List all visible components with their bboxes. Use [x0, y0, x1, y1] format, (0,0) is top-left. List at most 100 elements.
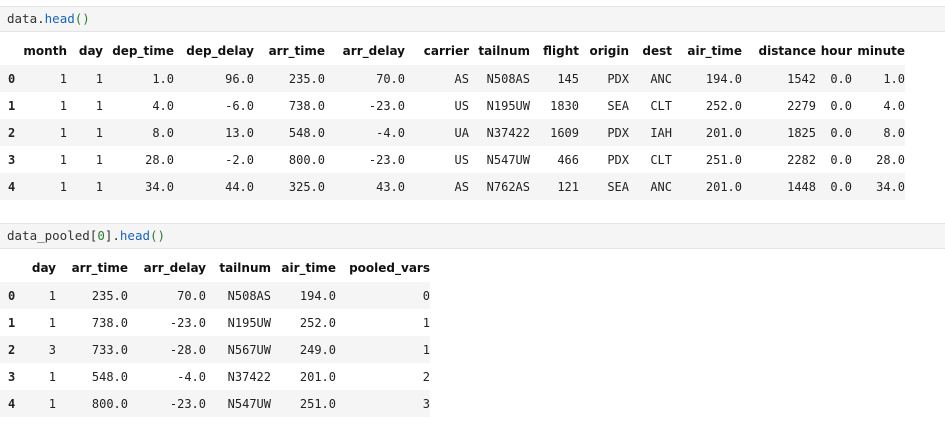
column-header: tailnum	[478, 44, 530, 58]
table-cell: 1.0	[103, 65, 174, 92]
table-cell: 1.0	[852, 65, 905, 92]
table-cell: -6.0	[225, 98, 254, 113]
table-cell: 0.0	[816, 119, 852, 146]
table-cell: N37422	[469, 119, 530, 146]
column-header: arr_time	[268, 44, 325, 58]
table-cell: 1	[59, 98, 67, 113]
table-cell: 1	[22, 119, 67, 146]
table-cell: -23.0	[368, 98, 405, 113]
table-cell: 1	[48, 369, 56, 384]
table-cell: SEA	[579, 173, 629, 200]
table-cell: 1	[336, 336, 430, 363]
table-cell: 738.0	[91, 315, 128, 330]
table-cell: 1	[95, 98, 103, 113]
table-cell: 325.0	[254, 173, 325, 200]
table-row: 4 1 1 34.0 44.0 325.0 43.0 AS N762AS 121 SEA ANC 201…	[0, 173, 905, 200]
table-cell: 28.0	[876, 152, 905, 167]
code-cell-2[interactable]: data_pooled[0].head()	[0, 223, 945, 249]
row-index: 3	[8, 369, 16, 384]
code-text-1: data.head()	[7, 11, 90, 26]
table-cell: 1	[95, 152, 103, 167]
table-cell: -4.0	[325, 119, 405, 146]
table-cell: 1448	[742, 173, 816, 200]
table-cell: 1	[67, 119, 103, 146]
table-cell: 733.0	[56, 336, 128, 363]
row-index: 4	[0, 390, 22, 417]
row-index: 4	[0, 173, 22, 200]
table-cell: N567UW	[206, 336, 271, 363]
column-header: arr_delay	[143, 261, 206, 275]
table-header-row: month day dep_time dep_delay arr_time arr_del…	[0, 37, 905, 65]
code-cell-1[interactable]: data.head()	[0, 6, 945, 32]
table-cell: 2279	[787, 98, 816, 113]
row-index: 3	[8, 152, 16, 167]
column-header: dest	[642, 44, 672, 58]
table-cell: 1	[22, 65, 67, 92]
table-cell: PDX	[579, 65, 629, 92]
table-cell: 466	[557, 152, 579, 167]
table-cell: ANC	[629, 173, 672, 200]
table-cell: 96.0	[174, 65, 254, 92]
table-cell: 1	[67, 65, 103, 92]
table-cell: 1	[59, 152, 67, 167]
table-cell: 3	[22, 336, 56, 363]
table-cell: 1	[48, 315, 56, 330]
table-cell: 1	[22, 173, 67, 200]
column-header: minute	[857, 44, 905, 58]
table-cell: PDX	[607, 152, 629, 167]
table-cell: 252.0	[299, 315, 336, 330]
column-header: flight	[543, 44, 579, 58]
row-index: 2	[0, 119, 22, 146]
column-header: dep_time	[112, 44, 174, 58]
table-cell: 2	[422, 369, 430, 384]
column-header: hour	[820, 44, 852, 58]
column-header: carrier	[423, 44, 469, 58]
table-cell: 194.0	[672, 65, 742, 92]
table-cell: -23.0	[128, 390, 206, 417]
table-cell: 1542	[742, 65, 816, 92]
table-cell: 1	[22, 390, 56, 417]
code-text-2: data_pooled[0].head()	[7, 228, 166, 243]
column-header: distance	[758, 44, 816, 58]
table-cell: 8.0	[852, 119, 905, 146]
table-row: 1 1 1 4.0 -6.0 738.0 -23.0 US N195UW 1830 SEA CLT 25…	[0, 92, 905, 119]
output-table-1: month day dep_time dep_delay arr_time arr_del…	[0, 37, 905, 200]
row-index: 1	[8, 98, 16, 113]
table-cell: 201.0	[672, 119, 742, 146]
table-cell: 1	[422, 315, 430, 330]
table-cell: 28.0	[145, 152, 174, 167]
row-index: 1	[8, 315, 16, 330]
table-cell: 249.0	[271, 336, 336, 363]
table-cell: 235.0	[254, 65, 325, 92]
table-cell: 1609	[530, 119, 579, 146]
table-cell: 548.0	[254, 119, 325, 146]
table-cell: -28.0	[128, 336, 206, 363]
table-cell: 1830	[550, 98, 579, 113]
table-cell: 34.0	[103, 173, 174, 200]
table-cell: 70.0	[128, 282, 206, 309]
table-cell: 800.0	[56, 390, 128, 417]
table-cell: -23.0	[169, 315, 206, 330]
table-cell: 34.0	[852, 173, 905, 200]
table-header-row: day arr_time arr_delay tailnum air_time poole…	[0, 254, 430, 282]
table-cell: 2282	[787, 152, 816, 167]
column-header: month	[23, 44, 67, 58]
table-cell: 8.0	[103, 119, 174, 146]
table-cell: AS	[405, 173, 469, 200]
table-cell: 1825	[742, 119, 816, 146]
table-cell: 4.0	[152, 98, 174, 113]
column-header: air_time	[281, 261, 336, 275]
table-row: 2 3 733.0 -28.0 N567UW 249.0 1	[0, 336, 430, 363]
table-cell: -4.0	[177, 369, 206, 384]
table-cell: N195UW	[486, 98, 530, 113]
table-cell: 201.0	[672, 173, 742, 200]
table-cell: -23.0	[368, 152, 405, 167]
table-cell: CLT	[650, 152, 672, 167]
table-cell: N37422	[227, 369, 271, 384]
table-cell: 0.0	[816, 65, 852, 92]
table-cell: PDX	[579, 119, 629, 146]
table-cell: 0	[336, 282, 430, 309]
output-table-2: day arr_time arr_delay tailnum air_time poole…	[0, 254, 430, 417]
index-header	[0, 37, 22, 65]
table-cell: 800.0	[288, 152, 325, 167]
